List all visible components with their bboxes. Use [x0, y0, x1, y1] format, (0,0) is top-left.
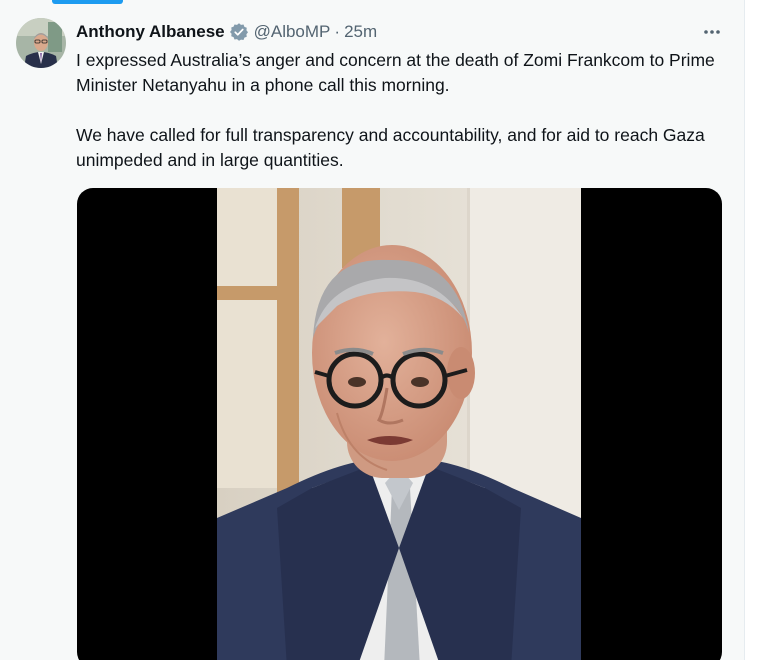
tweet-header: Anthony Albanese @AlboMP · 25m — [76, 20, 377, 44]
top-accent-bar — [52, 0, 123, 4]
tweet-timestamp[interactable]: 25m — [344, 22, 377, 42]
avatar-image — [16, 18, 66, 68]
more-options-icon[interactable] — [700, 22, 724, 42]
tweet-paragraph-1: I expressed Australia’s anger and concer… — [76, 50, 715, 95]
tweet-card[interactable]: Anthony Albanese @AlboMP · 25m I express… — [0, 0, 745, 660]
video-frame-image — [217, 188, 581, 660]
author-handle[interactable]: @AlboMP — [254, 22, 331, 42]
tweet-paragraph-2: We have called for full transparency and… — [76, 125, 705, 170]
avatar[interactable] — [16, 18, 66, 68]
page-gutter — [745, 0, 757, 660]
page: Anthony Albanese @AlboMP · 25m I express… — [0, 0, 757, 660]
separator-dot: · — [334, 22, 341, 41]
verified-badge-icon — [229, 22, 249, 42]
tweet-video[interactable] — [77, 188, 722, 660]
tweet-text: I expressed Australia’s anger and concer… — [76, 48, 736, 173]
author-display-name[interactable]: Anthony Albanese — [76, 22, 225, 42]
